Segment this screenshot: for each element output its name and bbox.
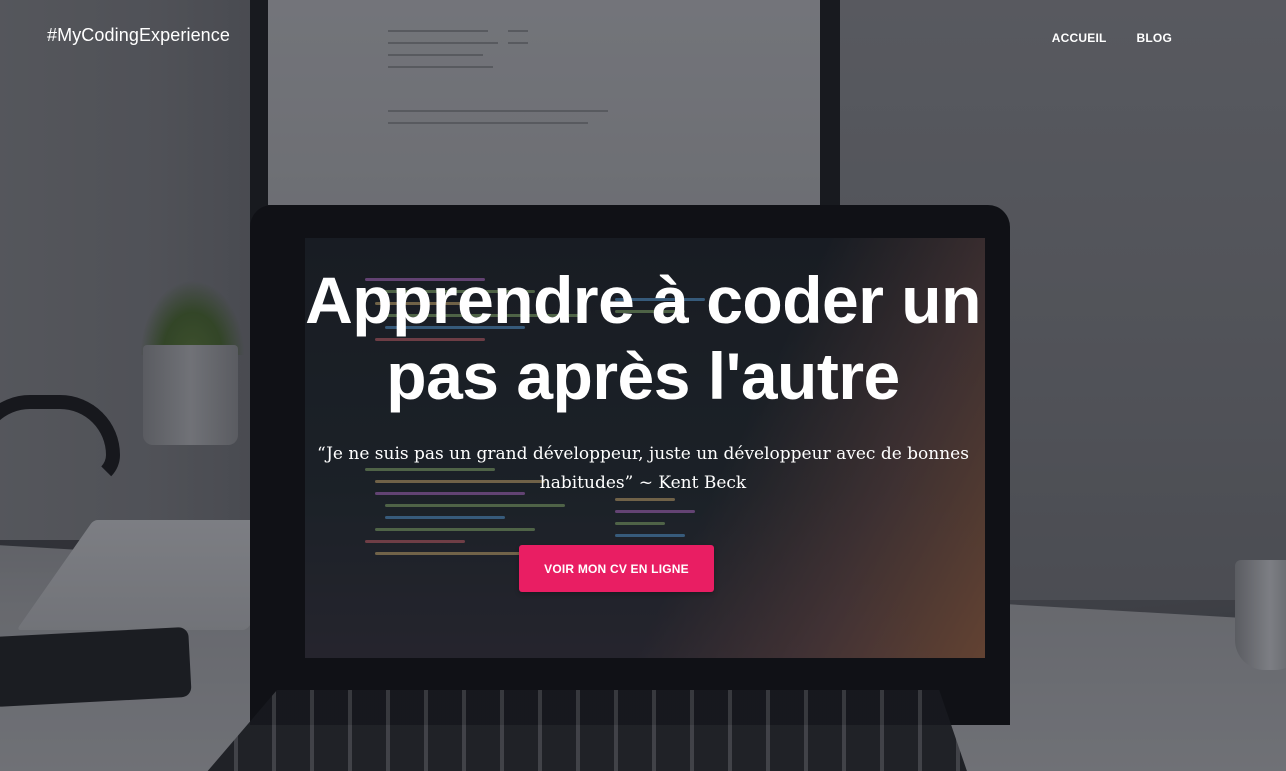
hero-section: #MyCodingExperience ACCUEIL BLOG Apprend… [0,0,1286,771]
nav-item-accueil: ACCUEIL [1052,29,1107,47]
hero-quote: “Je ne suis pas un grand développeur, ju… [317,444,969,493]
nav-link-blog[interactable]: BLOG [1137,31,1172,45]
view-cv-button[interactable]: VOIR MON CV EN LIGNE [519,545,714,592]
hero-title: Apprendre à coder un pas après l'autre [305,263,981,413]
brand-logo-link[interactable]: #MyCodingExperience [47,25,230,46]
nav-link-accueil[interactable]: ACCUEIL [1052,31,1107,45]
hero-content: Apprendre à coder un pas après l'autre “… [0,262,1286,498]
nav-links: ACCUEIL BLOG [1052,29,1172,47]
nav-item-blog: BLOG [1137,29,1172,47]
navbar: #MyCodingExperience ACCUEIL BLOG [0,0,1286,74]
